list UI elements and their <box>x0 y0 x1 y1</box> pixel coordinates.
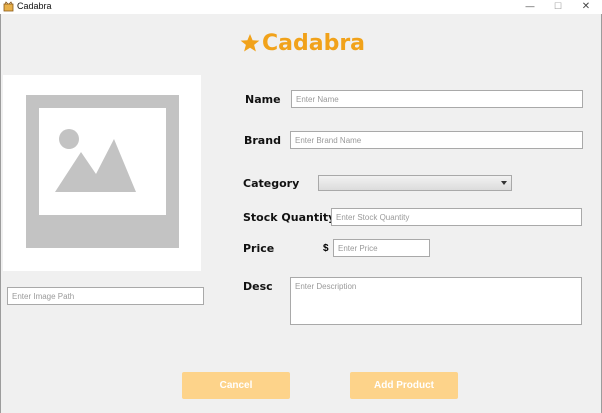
maximize-button[interactable]: ☐ <box>546 0 570 14</box>
name-input[interactable]: Enter Name <box>291 90 583 108</box>
name-placeholder: Enter Name <box>296 94 339 104</box>
window-border-left <box>0 14 1 413</box>
close-button[interactable]: ✕ <box>574 0 598 14</box>
logo-text: Cadabra <box>262 30 366 56</box>
app-logo: Cadabra <box>240 30 365 56</box>
image-placeholder-icon <box>39 108 166 235</box>
description-placeholder: Enter Description <box>295 282 357 291</box>
description-textarea[interactable]: Enter Description <box>290 277 582 325</box>
name-label: Name <box>245 93 281 106</box>
currency-symbol: $ <box>323 243 329 254</box>
image-preview[interactable] <box>3 75 201 271</box>
image-path-placeholder: Enter Image Path <box>12 291 75 301</box>
stock-quantity-placeholder: Enter Stock Quantity <box>336 212 410 222</box>
title-bar: Cadabra — ☐ ✕ <box>0 0 602 14</box>
brand-input[interactable]: Enter Brand Name <box>290 131 583 149</box>
category-label: Category <box>243 177 300 190</box>
image-path-input[interactable]: Enter Image Path <box>7 287 204 305</box>
price-placeholder: Enter Price <box>338 243 378 253</box>
star-icon <box>240 34 260 52</box>
stock-quantity-input[interactable]: Enter Stock Quantity <box>331 208 582 226</box>
app-icon <box>3 1 14 12</box>
add-product-button[interactable]: Add Product <box>350 372 458 399</box>
brand-label: Brand <box>244 134 281 147</box>
price-input[interactable]: Enter Price <box>333 239 430 257</box>
chevron-down-icon[interactable] <box>501 181 507 185</box>
brand-placeholder: Enter Brand Name <box>295 135 362 145</box>
price-label: Price <box>243 242 275 255</box>
minimize-button[interactable]: — <box>518 0 542 14</box>
cancel-button[interactable]: Cancel <box>182 372 290 399</box>
image-frame <box>26 95 179 248</box>
window-title: Cadabra <box>17 1 52 11</box>
stock-quantity-label: Stock Quantity <box>243 211 336 224</box>
desc-label: Desc <box>243 280 273 293</box>
category-select[interactable] <box>318 175 512 191</box>
